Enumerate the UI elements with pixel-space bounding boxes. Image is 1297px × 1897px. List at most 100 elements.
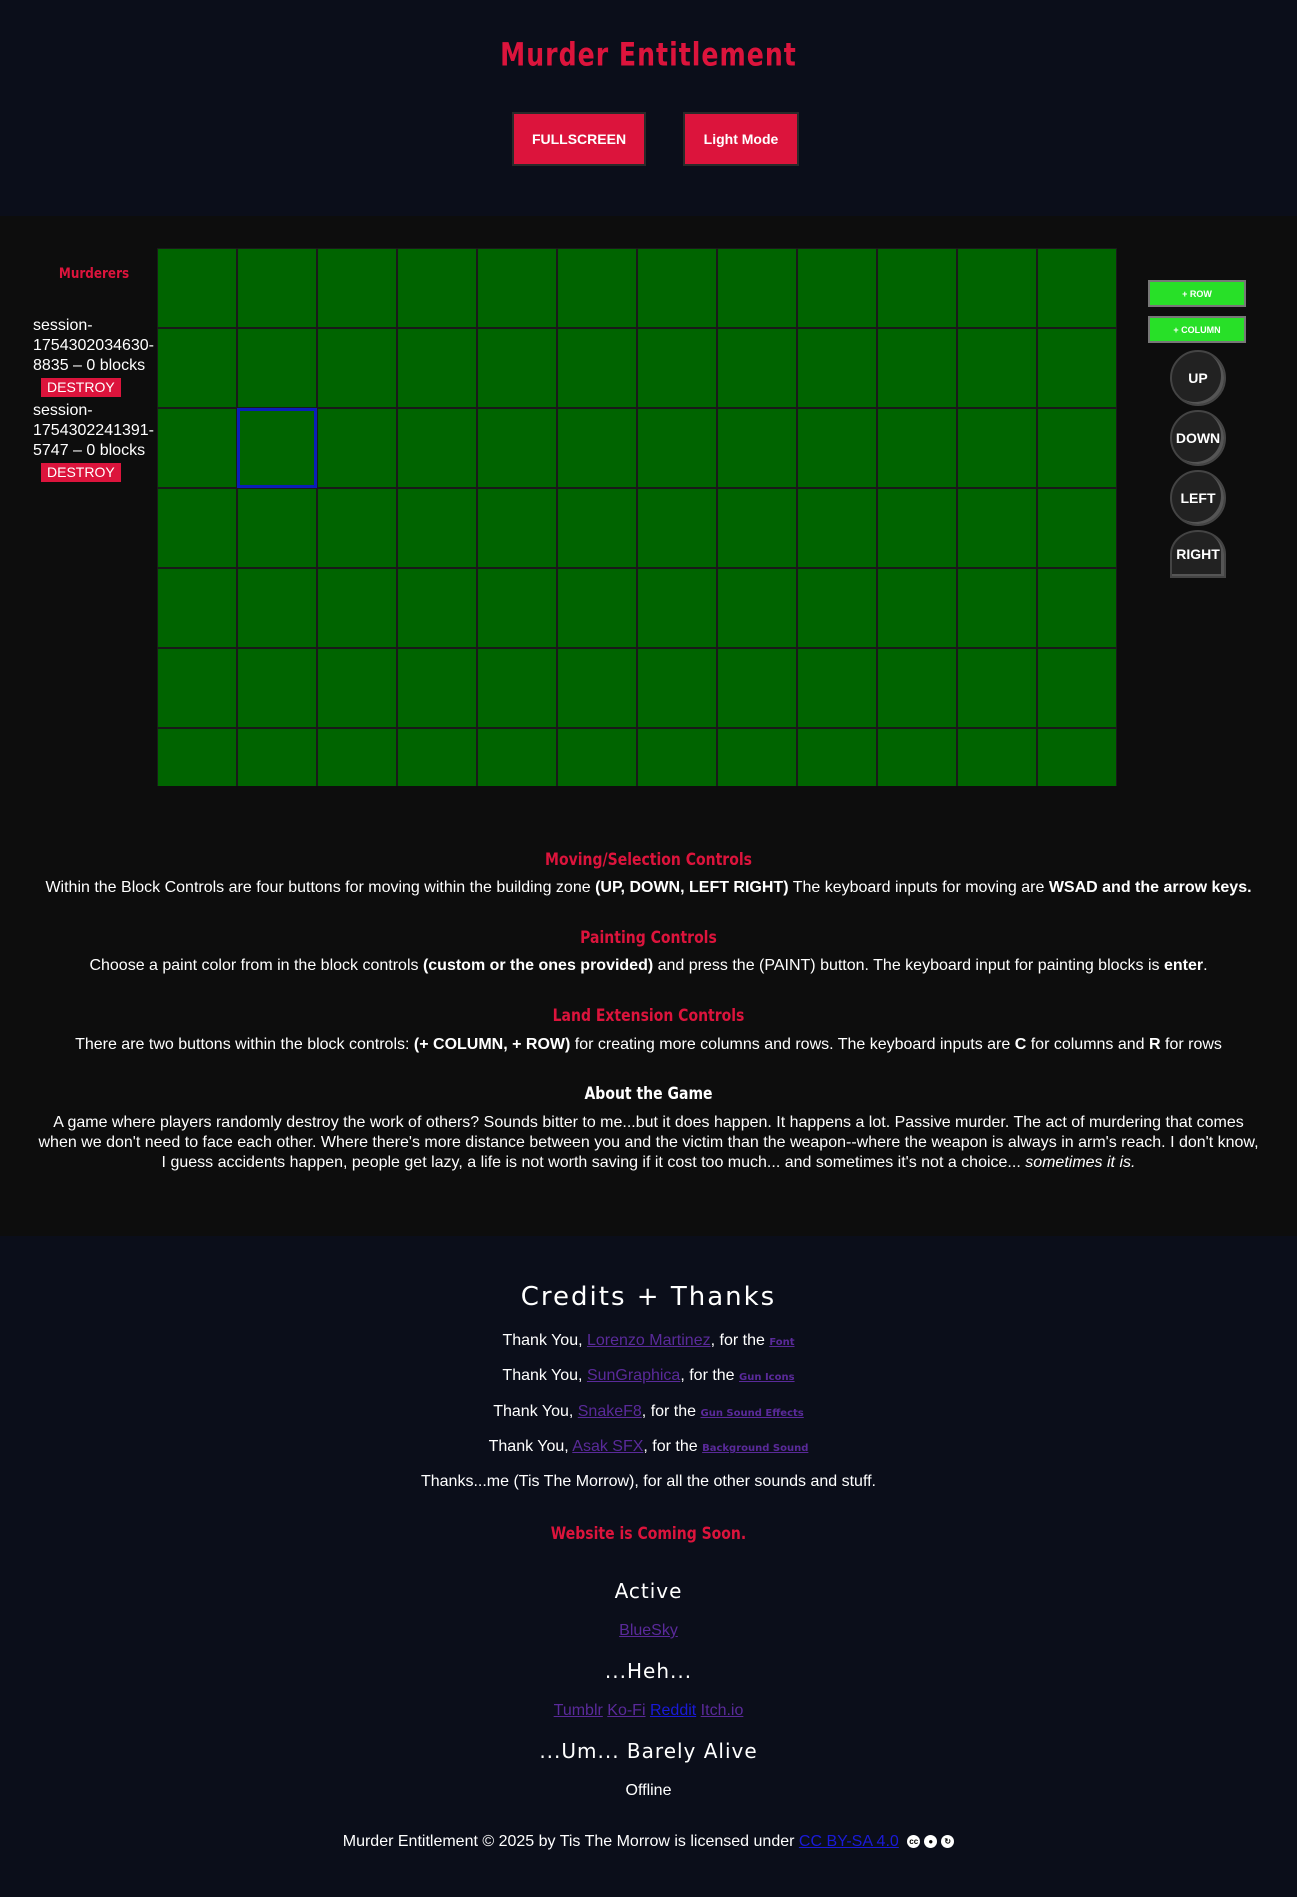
- grid-block[interactable]: [557, 568, 637, 648]
- left-button[interactable]: LEFT: [1170, 470, 1226, 526]
- reddit-link[interactable]: Reddit: [650, 1702, 696, 1719]
- grid-block[interactable]: [397, 728, 477, 786]
- grid-block[interactable]: [717, 328, 797, 408]
- grid-block[interactable]: [1037, 408, 1117, 488]
- grid-block[interactable]: [1037, 648, 1117, 728]
- right-button[interactable]: RIGHT: [1170, 530, 1226, 578]
- grid-block[interactable]: [557, 488, 637, 568]
- grid-block[interactable]: [237, 328, 317, 408]
- grid-block[interactable]: [877, 728, 957, 786]
- grid-block[interactable]: [717, 648, 797, 728]
- grid-block[interactable]: [797, 648, 877, 728]
- add-column-button[interactable]: + COLUMN: [1148, 316, 1246, 343]
- grid-block[interactable]: [557, 648, 637, 728]
- grid-block[interactable]: [957, 728, 1037, 786]
- kofi-link[interactable]: Ko-Fi: [607, 1702, 645, 1719]
- add-row-button[interactable]: + ROW: [1148, 280, 1246, 307]
- grid-block[interactable]: [797, 728, 877, 786]
- grid-block[interactable]: [797, 568, 877, 648]
- grid-block[interactable]: [157, 568, 237, 648]
- grid-block[interactable]: [397, 248, 477, 328]
- grid-block[interactable]: [797, 488, 877, 568]
- itchio-link[interactable]: Itch.io: [701, 1702, 744, 1719]
- grid-block[interactable]: [237, 728, 317, 786]
- grid-block[interactable]: [157, 648, 237, 728]
- grid-block[interactable]: [477, 568, 557, 648]
- grid-block[interactable]: [477, 248, 557, 328]
- grid-block[interactable]: [717, 728, 797, 786]
- credit-item-link[interactable]: Font: [769, 1337, 794, 1348]
- destroy-button[interactable]: DESTROY: [41, 378, 121, 397]
- grid-block[interactable]: [957, 248, 1037, 328]
- grid-block[interactable]: [637, 728, 717, 786]
- bluesky-link[interactable]: BlueSky: [619, 1622, 678, 1639]
- grid-block[interactable]: [237, 568, 317, 648]
- grid-block[interactable]: [637, 328, 717, 408]
- grid-block[interactable]: [877, 648, 957, 728]
- grid-block[interactable]: [477, 408, 557, 488]
- grid-block[interactable]: [637, 488, 717, 568]
- grid-block[interactable]: [1037, 248, 1117, 328]
- grid-block[interactable]: [477, 728, 557, 786]
- grid-block[interactable]: [877, 568, 957, 648]
- grid-block[interactable]: [477, 328, 557, 408]
- grid-block[interactable]: [957, 648, 1037, 728]
- grid-block[interactable]: [957, 568, 1037, 648]
- grid-block[interactable]: [477, 488, 557, 568]
- grid-block[interactable]: [157, 728, 237, 786]
- grid-block[interactable]: [797, 408, 877, 488]
- credit-name-link[interactable]: SunGraphica: [587, 1367, 680, 1384]
- grid-block[interactable]: [637, 408, 717, 488]
- credit-name-link[interactable]: Lorenzo Martinez: [587, 1332, 711, 1349]
- grid-block[interactable]: [717, 568, 797, 648]
- grid-block[interactable]: [317, 648, 397, 728]
- tumblr-link[interactable]: Tumblr: [554, 1702, 603, 1719]
- grid-block[interactable]: [637, 648, 717, 728]
- grid-block[interactable]: [1037, 728, 1117, 786]
- credit-name-link[interactable]: Asak SFX: [572, 1438, 643, 1455]
- grid-block[interactable]: [557, 408, 637, 488]
- grid-block[interactable]: [237, 488, 317, 568]
- license-link[interactable]: CC BY-SA 4.0: [799, 1833, 899, 1850]
- grid-block[interactable]: [717, 488, 797, 568]
- grid-block[interactable]: [317, 488, 397, 568]
- credit-name-link[interactable]: SnakeF8: [578, 1403, 642, 1420]
- grid-block[interactable]: [637, 248, 717, 328]
- grid-block[interactable]: [557, 328, 637, 408]
- grid-block[interactable]: [157, 488, 237, 568]
- grid-block[interactable]: [397, 648, 477, 728]
- credit-item-link[interactable]: Background Sound: [702, 1443, 808, 1454]
- grid-block[interactable]: [717, 408, 797, 488]
- grid-block[interactable]: [397, 408, 477, 488]
- grid-block[interactable]: [1037, 568, 1117, 648]
- grid-block[interactable]: [317, 568, 397, 648]
- down-button[interactable]: DOWN: [1170, 410, 1226, 466]
- light-mode-button[interactable]: Light Mode: [683, 112, 799, 166]
- grid-block[interactable]: [317, 328, 397, 408]
- grid-block[interactable]: [957, 328, 1037, 408]
- grid-block[interactable]: [317, 408, 397, 488]
- grid-block[interactable]: [877, 328, 957, 408]
- grid-block[interactable]: [397, 488, 477, 568]
- grid-block[interactable]: [877, 408, 957, 488]
- grid-block[interactable]: [877, 488, 957, 568]
- grid-block[interactable]: [957, 488, 1037, 568]
- grid-block[interactable]: [157, 248, 237, 328]
- grid-block[interactable]: [237, 648, 317, 728]
- grid-block[interactable]: [397, 328, 477, 408]
- grid-block[interactable]: [797, 248, 877, 328]
- grid-block[interactable]: [1037, 328, 1117, 408]
- grid-block[interactable]: [317, 728, 397, 786]
- grid-block[interactable]: [157, 328, 237, 408]
- grid-block[interactable]: [957, 408, 1037, 488]
- grid-block[interactable]: [717, 248, 797, 328]
- grid-block[interactable]: [1037, 488, 1117, 568]
- selected-block[interactable]: [237, 408, 317, 488]
- credit-item-link[interactable]: Gun Sound Effects: [701, 1408, 804, 1419]
- grid-block[interactable]: [557, 728, 637, 786]
- fullscreen-button[interactable]: FULLSCREEN: [512, 112, 646, 166]
- grid-block[interactable]: [477, 648, 557, 728]
- up-button[interactable]: UP: [1170, 350, 1226, 406]
- grid-block[interactable]: [637, 568, 717, 648]
- credit-item-link[interactable]: Gun Icons: [739, 1372, 795, 1383]
